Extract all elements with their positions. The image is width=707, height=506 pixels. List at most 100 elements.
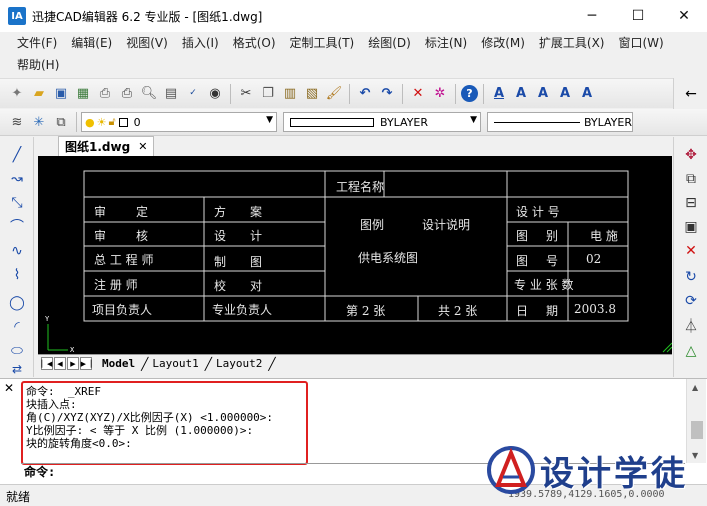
cell-label: 对 [250,279,263,293]
arc-3pt-tool-icon[interactable]: ◜ [7,317,27,337]
menu-insert[interactable]: 插入(I) [175,32,226,54]
layer-dropdown[interactable]: ● ☀ 🔓︎ 0 ▼ [81,112,277,132]
first-tab-icon[interactable]: ▏◀ [41,357,53,370]
rotate-copy-icon[interactable]: ⟳ [681,291,701,311]
cell-label: 方 [214,205,227,219]
open-folder-icon[interactable]: ▰ [29,84,49,104]
cell-legend: 图例 [360,218,385,232]
array-icon[interactable]: ▣ [681,217,701,237]
single-line-text-icon[interactable]: A [511,84,531,104]
freehand-tool-icon[interactable]: ⌇ [7,265,27,285]
copy-object-icon[interactable]: ⧉ [681,169,701,189]
close-icon[interactable]: ✕ [138,140,147,153]
rotate-icon[interactable]: ↻ [681,267,701,287]
prev-tab-icon[interactable]: ◀ [54,357,66,370]
tab-divider: ╱ [141,356,149,371]
draw-toolbar: ╱ ↝ ⤡ ⌒ ∿ ⌇ ◯ ◜ ⬭ ⇄ [0,137,34,377]
match-properties-icon[interactable]: 🖌︎ [324,84,344,104]
save-icon[interactable]: ▣ [51,84,71,104]
mirror-icon[interactable]: ⏃ [681,317,701,337]
color-square-icon [118,117,128,127]
ellipse-tool-icon[interactable]: ⬭ [7,341,27,361]
menu-custom-tools[interactable]: 定制工具(T) [283,32,362,54]
last-tab-icon[interactable]: ▶▕ [80,357,92,370]
save-as-icon[interactable]: ▦ [73,84,93,104]
move-icon[interactable]: ✥ [681,145,701,165]
new-file-icon[interactable]: ✦ [7,84,27,104]
copy-icon[interactable]: ❐ [258,84,278,104]
toolbar-separator [349,83,350,104]
window-title: 迅捷CAD编辑器 6.2 专业版 - [图纸1.dwg] [32,9,263,24]
layer-previous-icon[interactable]: ⧉ [51,112,71,132]
cell-label: 案 [250,205,263,219]
menu-edit[interactable]: 编辑(E) [64,32,119,54]
maximize-button[interactable]: ☐ [615,0,661,32]
drawing-canvas[interactable]: Y X 工程名称 审 定 方 案 图例 设计说明 设 计 号 审 核 设 计 图… [38,156,672,354]
print-icon[interactable]: ⎙ [117,84,137,104]
close-button[interactable]: ✕ [661,0,707,32]
spell-check-icon[interactable]: ✓ [183,84,203,104]
find-text-icon[interactable]: A [577,84,597,104]
menu-dimension[interactable]: 标注(N) [418,32,474,54]
arc-tool-icon[interactable]: ⌒ [7,217,27,237]
erase-icon[interactable]: ✕ [681,241,701,261]
text-scale-icon[interactable]: A [555,84,575,104]
minimize-button[interactable]: ─ [569,0,615,32]
spline-tool-icon[interactable]: ∿ [7,241,27,261]
cell-label: 定 [136,205,149,219]
redo-icon[interactable]: ↷ [377,84,397,104]
scroll-up-icon[interactable]: ▲ [692,383,698,392]
cell-date: 2003.8 [574,302,616,316]
title-bar: IA 迅捷CAD编辑器 6.2 专业版 - [图纸1.dwg] ─ ☐ ✕ [0,0,707,32]
close-icon[interactable]: ✕ [4,381,14,395]
linetype-dropdown[interactable]: BYLAYER ▼ [283,112,481,132]
cut-icon[interactable]: ✂ [236,84,256,104]
delete-icon[interactable]: ✕ [408,84,428,104]
menu-help[interactable]: 帮助(H) [10,54,66,76]
paste-special-icon[interactable]: ▧ [302,84,322,104]
tab-layout2[interactable]: Layout2 [212,357,268,370]
menu-window[interactable]: 窗口(W) [612,32,671,54]
line-tool-icon[interactable]: ╱ [7,145,27,165]
history-line: 命令: _XREF [26,385,101,398]
menu-modify[interactable]: 修改(M) [474,32,532,54]
more-tools-icon[interactable]: ⇄ [7,359,27,379]
circle-tool-icon[interactable]: ◯ [7,293,27,313]
layers-icon[interactable]: ≋ [7,112,27,132]
ray-tool-icon[interactable]: ⤡ [7,193,27,213]
toolbar-separator [483,83,484,104]
next-tab-icon[interactable]: ▶ [67,357,79,370]
cell-project-name: 工程名称 [336,180,385,194]
scroll-thumb[interactable] [691,421,703,439]
tab-layout1[interactable]: Layout1 [148,357,204,370]
purge-icon[interactable]: ✲ [430,84,450,104]
menu-format[interactable]: 格式(O) [226,32,283,54]
find-icon[interactable]: 🔍︎ [139,84,159,104]
document-tab[interactable]: 图纸1.dwg ✕ [58,136,155,156]
layer-state-icon[interactable]: ✳ [29,112,49,132]
lineweight-dropdown[interactable]: BYLAYER [487,112,633,132]
polyline-tool-icon[interactable]: ↝ [7,169,27,189]
menu-file[interactable]: 文件(F) [10,32,64,54]
edit-text-icon[interactable]: A [533,84,553,104]
menu-draw[interactable]: 绘图(D) [361,32,418,54]
menu-view[interactable]: 视图(V) [119,32,175,54]
history-line: Y比例因子: < 等于 X 比例 (1.000000)>: [26,424,254,437]
help-icon[interactable]: ? [461,85,478,102]
binoculars-icon[interactable]: ◉ [205,84,225,104]
undo-icon[interactable]: ↶ [355,84,375,104]
menu-extended-tools[interactable]: 扩展工具(X) [532,32,612,54]
paste-icon[interactable]: ▥ [280,84,300,104]
cell-label: 审 [94,229,107,243]
document-properties-icon[interactable]: ▤ [161,84,181,104]
scale-icon[interactable]: △ [681,341,701,361]
cell-label: 注 册 师 [94,278,138,292]
offset-icon[interactable]: ⊟ [681,193,701,213]
text-style-icon[interactable]: A [489,84,509,104]
tab-model[interactable]: Model [98,357,141,370]
standard-toolbar: ✦ ▰ ▣ ▦ ⎙ ⎙ 🔍︎ ▤ ✓ ◉ ✂ ❐ ▥ ▧ 🖌︎ ↶ ↷ ✕ ✲ … [0,78,707,108]
arrow-left-icon[interactable]: ← [681,84,701,104]
history-line: 块的旋转角度<0.0>: [26,437,132,450]
print-preview-icon[interactable]: ⎙ [95,84,115,104]
cell-label: 项目负责人 [92,303,153,317]
